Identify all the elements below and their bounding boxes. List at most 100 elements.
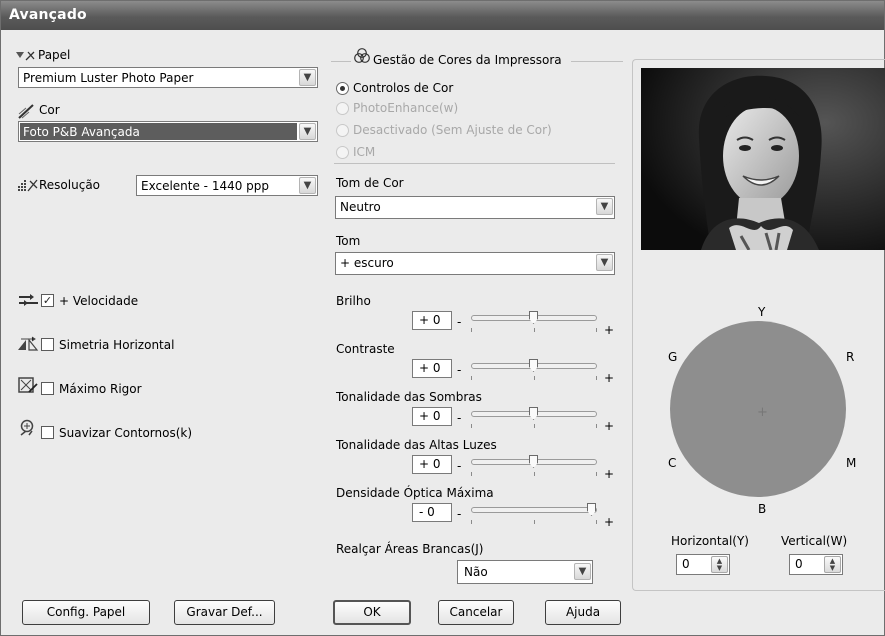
slider-value-box[interactable]: + 0 [412, 455, 452, 474]
chevron-down-icon: ▼ [574, 563, 591, 580]
wheel-label-g: G [668, 350, 678, 364]
highlight-whites-value: Não [464, 565, 488, 579]
slider-minus: - [457, 315, 462, 329]
title-bar: Avançado [1, 1, 884, 30]
tone-select[interactable]: + escuro ▼ [335, 252, 615, 275]
radio-icm[interactable] [336, 146, 349, 159]
paper-icon [16, 51, 35, 61]
preview-photo [641, 68, 885, 250]
wheel-label-r: R [846, 350, 855, 364]
horizontal-label: Horizontal(Y) [671, 534, 749, 548]
spinner-arrows-icon[interactable]: ▲ ▼ [711, 556, 728, 573]
slider-value-box[interactable]: + 0 [412, 359, 452, 378]
mirror-icon [18, 336, 39, 351]
slider-plus: + [604, 323, 615, 337]
slider-tick [534, 424, 535, 428]
radio-color-controls[interactable] [336, 82, 349, 95]
slider-tick [534, 376, 535, 380]
chevron-down-icon: ▼ [596, 198, 613, 215]
tone-color-value: Neutro [340, 200, 381, 214]
slider-label: Contraste [336, 342, 395, 356]
tone-color-label: Tom de Cor [336, 176, 404, 190]
slider-minus: - [457, 363, 462, 377]
slider-tick [534, 520, 535, 524]
group-border [331, 61, 351, 62]
speed-checkbox[interactable]: ✓ [41, 294, 54, 307]
slider-tick [534, 328, 535, 332]
group-border [571, 61, 623, 62]
paper-select[interactable]: Premium Luster Photo Paper ▼ [18, 67, 318, 88]
slider-label: Tonalidade das Altas Luzes [336, 438, 497, 452]
resolution-value: Excelente - 1440 ppp [141, 179, 270, 193]
cancel-button[interactable]: Cancelar [438, 600, 514, 625]
slider-plus: + [604, 371, 615, 385]
spinner-arrows-icon[interactable]: ▲ ▼ [824, 556, 841, 573]
slider-value-box[interactable]: + 0 [412, 311, 452, 330]
chevron-down-icon: ▼ [299, 123, 316, 140]
tone-color-select[interactable]: Neutro ▼ [335, 196, 615, 219]
radio-photoenhance[interactable] [336, 102, 349, 115]
slider-track[interactable] [471, 507, 597, 513]
resolution-select[interactable]: Excelente - 1440 ppp ▼ [136, 175, 318, 196]
wheel-label-c: C [668, 456, 677, 470]
smoothing-icon [20, 419, 34, 436]
slider-tick [534, 472, 535, 476]
slider-tick [596, 472, 597, 476]
wheel-label-b: B [758, 502, 767, 516]
slider-tick [596, 328, 597, 332]
mirror-checkbox[interactable] [41, 338, 54, 351]
chevron-down-icon: ▼ [299, 177, 316, 194]
ok-button[interactable]: OK [333, 600, 411, 625]
slider-value-box[interactable]: - 0 [412, 503, 452, 522]
slider-tick [471, 520, 472, 524]
slider-tick [471, 472, 472, 476]
color-select[interactable]: Foto P&B Avançada ▼ [18, 121, 318, 142]
color-label: Cor [39, 103, 60, 117]
radio-color-controls-label: Controlos de Cor [353, 81, 454, 95]
slider-tick [471, 424, 472, 428]
wheel-center-marker[interactable]: + [757, 405, 768, 420]
slider-tick [596, 520, 597, 524]
precision-label: Máximo Rigor [59, 382, 142, 396]
color-circles-icon [354, 48, 370, 63]
slider-tick [471, 328, 472, 332]
color-value: Foto P&B Avançada [20, 123, 297, 140]
precision-checkbox[interactable] [41, 382, 54, 395]
highlight-whites-select[interactable]: Não ▼ [457, 560, 593, 584]
resolution-label: Resolução [39, 178, 101, 192]
radio-no-adjustment[interactable] [336, 124, 349, 137]
chevron-down-icon: ▼ [299, 69, 316, 86]
window-title: Avançado [9, 7, 87, 23]
highlight-whites-label: Realçar Áreas Brancas(J) [336, 542, 484, 556]
slider-minus: - [457, 411, 462, 425]
slider-label: Densidade Óptica Máxima [336, 486, 494, 500]
radio-icm-label: ICM [353, 145, 376, 159]
mirror-label: Simetria Horizontal [59, 338, 175, 352]
speed-label: + Velocidade [59, 294, 139, 308]
tone-label: Tom [336, 234, 361, 248]
smoothing-checkbox[interactable] [41, 426, 54, 439]
advanced-dialog: Avançado Papel Premium Luster Photo Pape… [0, 0, 885, 636]
chevron-down-icon: ▼ [596, 254, 613, 271]
config-paper-button[interactable]: Config. Papel [22, 600, 150, 625]
slider-tick [471, 376, 472, 380]
help-button[interactable]: Ajuda [545, 600, 621, 625]
vertical-label: Vertical(W) [781, 534, 848, 548]
slider-tick [596, 424, 597, 428]
slider-plus: + [604, 419, 615, 433]
color-icon [18, 104, 34, 119]
wheel-label-y: Y [758, 305, 766, 319]
paper-label: Papel [38, 48, 71, 62]
vertical-spinner[interactable]: 0 ▲ ▼ [789, 554, 843, 575]
slider-value-box[interactable]: + 0 [412, 407, 452, 426]
separator [334, 163, 615, 164]
paper-value: Premium Luster Photo Paper [23, 71, 194, 85]
slider-minus: - [457, 507, 462, 521]
slider-plus: + [604, 515, 615, 529]
tone-value: + escuro [340, 256, 394, 270]
save-defaults-button[interactable]: Gravar Def... [174, 600, 275, 625]
precision-icon [18, 377, 38, 393]
horizontal-spinner[interactable]: 0 ▲ ▼ [676, 554, 730, 575]
slider-plus: + [604, 467, 615, 481]
smoothing-label: Suavizar Contornos(k) [59, 426, 193, 440]
